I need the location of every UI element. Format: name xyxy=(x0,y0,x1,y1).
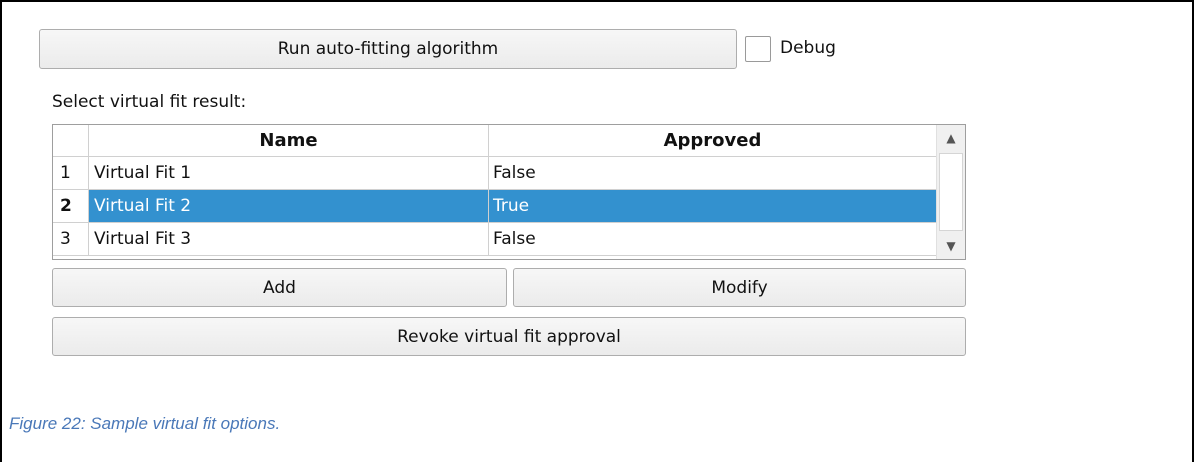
modify-button[interactable]: Modify xyxy=(513,268,966,307)
add-button[interactable]: Add xyxy=(52,268,507,307)
figure-caption: Figure 22: Sample virtual fit options. xyxy=(9,414,281,433)
column-header-name[interactable]: Name xyxy=(89,125,489,157)
cell-approved[interactable]: False xyxy=(489,157,937,190)
select-virtual-fit-label: Select virtual fit result: xyxy=(52,92,247,112)
row-number[interactable]: 2 xyxy=(53,190,89,223)
debug-label: Debug xyxy=(780,38,836,58)
table-row[interactable]: 1 Virtual Fit 1 False xyxy=(53,157,937,190)
chevron-up-icon[interactable]: ▲ xyxy=(937,127,965,149)
table-vertical-scrollbar[interactable]: ▲ ▼ xyxy=(936,125,965,259)
scrollbar-thumb[interactable] xyxy=(939,153,963,231)
virtual-fit-table: Name Approved 1 Virtual Fit 1 False 2 Vi… xyxy=(52,124,966,260)
cell-name[interactable]: Virtual Fit 1 xyxy=(89,157,489,190)
table-corner[interactable] xyxy=(53,125,89,157)
column-header-approved[interactable]: Approved xyxy=(489,125,937,157)
cell-approved[interactable]: False xyxy=(489,223,937,256)
cell-approved[interactable]: True xyxy=(489,190,937,223)
revoke-approval-button[interactable]: Revoke virtual fit approval xyxy=(52,317,966,356)
chevron-down-icon[interactable]: ▼ xyxy=(937,235,965,257)
row-number[interactable]: 3 xyxy=(53,223,89,256)
run-auto-fitting-button[interactable]: Run auto-fitting algorithm xyxy=(39,29,737,69)
row-number[interactable]: 1 xyxy=(53,157,89,190)
debug-checkbox[interactable] xyxy=(745,36,771,62)
cell-name[interactable]: Virtual Fit 2 xyxy=(89,190,489,223)
table-row[interactable]: 3 Virtual Fit 3 False xyxy=(53,223,937,256)
table-row-selected[interactable]: 2 Virtual Fit 2 True xyxy=(53,190,937,223)
cell-name[interactable]: Virtual Fit 3 xyxy=(89,223,489,256)
